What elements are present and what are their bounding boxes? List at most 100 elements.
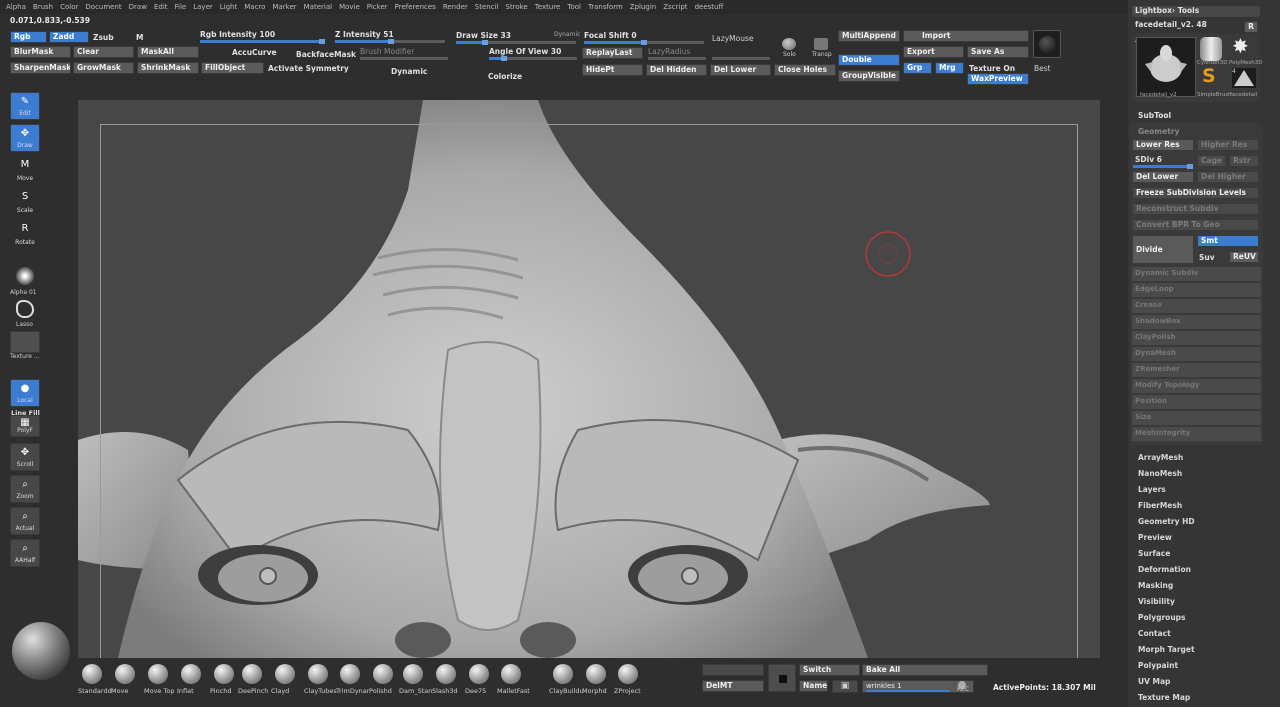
menu-item-render[interactable]: Render xyxy=(443,3,468,11)
submenu-surface[interactable]: Surface xyxy=(1138,549,1170,558)
geometry-item-dynamesh[interactable]: DynaMesh xyxy=(1132,347,1261,362)
growmask-button[interactable]: GrowMask xyxy=(73,62,134,74)
angle-of-view-slider[interactable] xyxy=(489,56,577,61)
dynamic-size-toggle[interactable]: Dynamic xyxy=(554,31,580,38)
colorize-toggle[interactable]: Colorize xyxy=(488,72,522,81)
switch-button[interactable]: Switch xyxy=(799,664,860,676)
geometry-item-zremesher[interactable]: ZRemesher xyxy=(1132,363,1261,378)
brush-polishd-icon[interactable] xyxy=(373,664,393,684)
polymesh-star-icon[interactable]: ✸ xyxy=(1232,36,1249,56)
brush-morphd-icon[interactable] xyxy=(586,664,606,684)
freeze-subdivision-button[interactable]: Freeze SubDivision Levels xyxy=(1132,187,1259,199)
draw-mode-button[interactable]: ✥ Draw xyxy=(10,124,40,152)
geometry-item-modify-topology[interactable]: Modify Topology xyxy=(1132,379,1261,394)
replaylast-button[interactable]: ReplayLast xyxy=(582,47,643,59)
material-preview-icon[interactable] xyxy=(1033,30,1061,58)
geometry-item-dynamic-subdiv[interactable]: Dynamic Subdiv xyxy=(1132,267,1261,282)
shrinkmask-button[interactable]: ShrinkMask xyxy=(137,62,199,74)
menu-item-light[interactable]: Light xyxy=(220,3,237,11)
simplebrush-icon[interactable]: S xyxy=(1202,66,1216,86)
menu-item-brush[interactable]: Brush xyxy=(33,3,53,11)
rgb-intensity-slider[interactable] xyxy=(200,39,325,44)
rgb-button[interactable]: Rgb xyxy=(10,31,47,43)
menu-item-marker[interactable]: Marker xyxy=(272,3,296,11)
name-button[interactable]: Name xyxy=(799,680,828,692)
solo-icon[interactable] xyxy=(782,38,796,50)
lazyradius-slider[interactable] xyxy=(648,57,706,60)
close-holes-button[interactable]: Close Holes xyxy=(774,64,836,76)
menu-item-zscript[interactable]: Zscript xyxy=(663,3,687,11)
submenu-deformation[interactable]: Deformation xyxy=(1138,565,1191,574)
brush-clayd-icon[interactable] xyxy=(275,664,295,684)
brush-inflat-icon[interactable] xyxy=(181,664,201,684)
geometry-item-claypolish[interactable]: ClayPolish xyxy=(1132,331,1261,346)
aahalf-button[interactable]: ⌕ AAHalf xyxy=(10,539,40,567)
layer-blank-button[interactable] xyxy=(702,664,764,676)
submenu-masking[interactable]: Masking xyxy=(1138,581,1173,590)
mrg-toggle[interactable]: Mrg xyxy=(935,62,964,74)
layer-intensity-slider[interactable] xyxy=(866,690,971,692)
suv-toggle[interactable]: Suv xyxy=(1199,253,1215,262)
menu-item-transform[interactable]: Transform xyxy=(588,3,623,11)
export-button[interactable]: Export xyxy=(903,46,964,58)
menu-item-draw[interactable]: Draw xyxy=(129,3,147,11)
scroll-button[interactable]: ✥ Scroll xyxy=(10,443,40,471)
brush-zproject-icon[interactable] xyxy=(618,664,638,684)
groupvisible-button[interactable]: GroupVisible xyxy=(838,70,900,82)
reuv-button[interactable]: ReUV xyxy=(1229,251,1259,263)
activate-symmetry-button[interactable]: Activate Symmetry xyxy=(268,64,349,73)
focal-shift-slider[interactable] xyxy=(584,40,704,45)
lasso-icon[interactable] xyxy=(16,300,34,318)
move-mode-button[interactable]: M Move xyxy=(10,156,40,184)
menu-item-zplugin[interactable]: Zplugin xyxy=(630,3,656,11)
menu-item-color[interactable]: Color xyxy=(60,3,78,11)
zadd-button[interactable]: Zadd xyxy=(49,31,89,43)
multiappend-button[interactable]: MultiAppend xyxy=(838,30,900,42)
submenu-geometry-hd[interactable]: Geometry HD xyxy=(1138,517,1195,526)
del-lower-top-button[interactable]: Del Lower xyxy=(710,64,771,76)
backfacemask-toggle[interactable]: BackfaceMask xyxy=(296,50,356,59)
brush-deepinch-icon[interactable] xyxy=(242,664,262,684)
menu-item-movie[interactable]: Movie xyxy=(339,3,360,11)
brush-modifier-slider[interactable] xyxy=(360,57,448,60)
texture-slot[interactable] xyxy=(10,331,40,353)
layer-thumbnail[interactable] xyxy=(768,664,796,692)
convert-bpr-button[interactable]: Convert BPR To Geo xyxy=(1132,219,1259,231)
menu-item-preferences[interactable]: Preferences xyxy=(395,3,436,11)
brush-standardd-icon[interactable] xyxy=(82,664,102,684)
draw-size-slider[interactable] xyxy=(456,40,576,45)
geometry-item-edgeloop[interactable]: EdgeLoop xyxy=(1132,283,1261,298)
submenu-morph-target[interactable]: Morph Target xyxy=(1138,645,1195,654)
submenu-polygroups[interactable]: Polygroups xyxy=(1138,613,1186,622)
menu-item-deestuff[interactable]: deestuff xyxy=(695,3,724,11)
menu-item-edit[interactable]: Edit xyxy=(154,3,168,11)
reconstruct-subdiv-button[interactable]: Reconstruct Subdiv xyxy=(1132,203,1259,215)
dynamic-toggle[interactable]: Dynamic xyxy=(391,67,427,76)
zsub-button[interactable]: Zsub xyxy=(93,33,114,42)
menu-item-texture[interactable]: Texture xyxy=(535,3,561,11)
smt-toggle[interactable]: Smt xyxy=(1197,235,1259,247)
brush-pinchd-icon[interactable] xyxy=(214,664,234,684)
submenu-visibility[interactable]: Visibility xyxy=(1138,597,1175,606)
menu-item-layer[interactable]: Layer xyxy=(193,3,213,11)
geometry-item-crease[interactable]: Crease xyxy=(1132,299,1261,314)
actual-button[interactable]: ⌕ Actual xyxy=(10,507,40,535)
lightbox-tools-button[interactable]: Lightbox› Tools xyxy=(1132,6,1260,17)
cylinder-thumb-icon[interactable] xyxy=(1200,37,1222,61)
save-as-button[interactable]: Save As xyxy=(967,46,1029,58)
scale-mode-button[interactable]: S Scale xyxy=(10,188,40,216)
texture-on-toggle[interactable]: Texture On xyxy=(969,64,1015,73)
del-hidden-button[interactable]: Del Hidden xyxy=(646,64,707,76)
double-toggle[interactable]: Double xyxy=(838,54,900,66)
geometry-item-meshintegrity[interactable]: MeshIntegrity xyxy=(1132,427,1261,442)
m-button[interactable]: M xyxy=(136,33,143,42)
menu-item-macro[interactable]: Macro xyxy=(244,3,265,11)
brush-claybuildu-icon[interactable] xyxy=(553,664,573,684)
local-button[interactable]: ● Local xyxy=(10,379,40,407)
material-sphere-icon[interactable] xyxy=(12,622,70,680)
submenu-layers[interactable]: Layers xyxy=(1138,485,1166,494)
lower-res-button[interactable]: Lower Res xyxy=(1132,139,1194,151)
maskall-button[interactable]: MaskAll xyxy=(137,46,199,58)
brush-dam-stan-icon[interactable] xyxy=(403,664,423,684)
accucurve-toggle[interactable]: AccuCurve xyxy=(232,48,277,57)
